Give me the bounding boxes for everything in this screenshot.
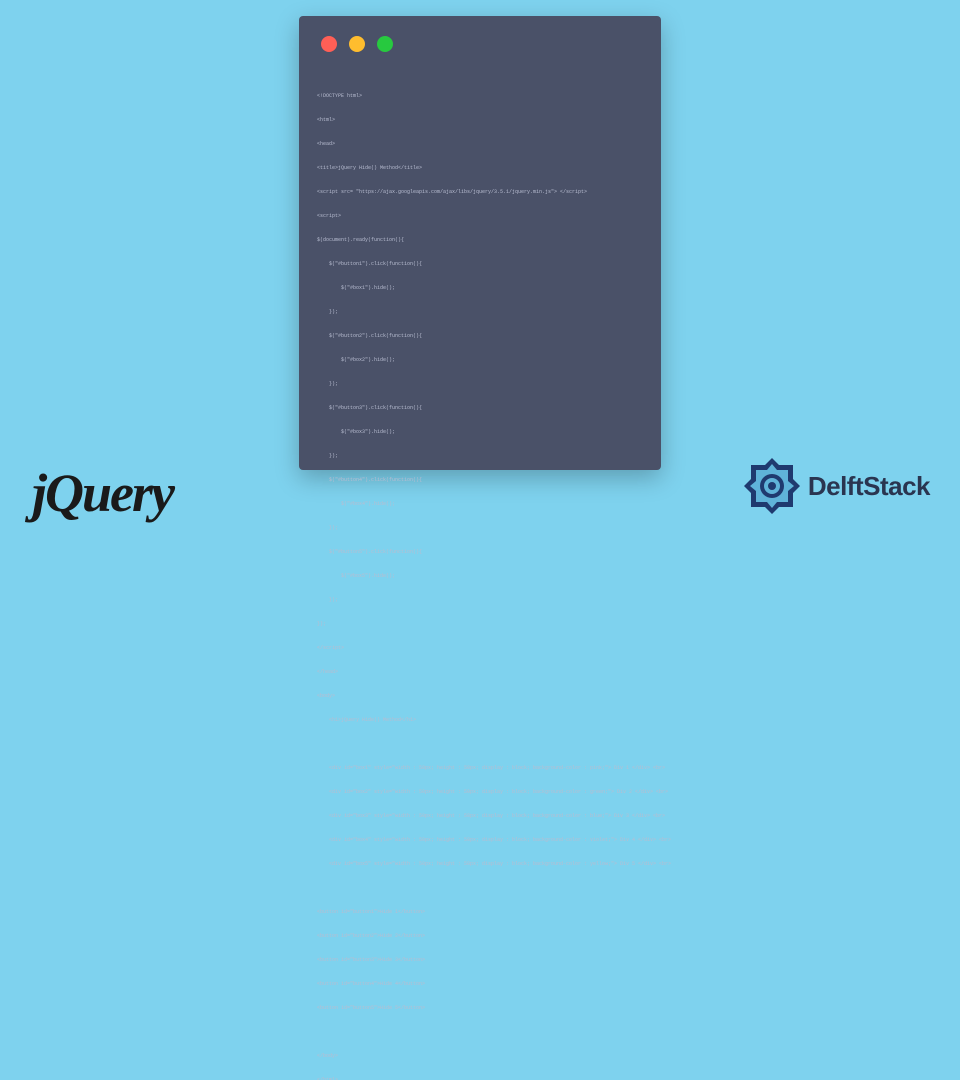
code-window: <!DOCTYPE html> <html> <head> <title>jQu… [299,16,661,470]
maximize-icon [377,36,393,52]
code-line: </script> [317,644,643,652]
code-line: <div id="box2" style="width : 50px; heig… [317,788,643,796]
blank-line [317,1028,643,1036]
code-line: <div id="box1" style="width : 50px; heig… [317,764,643,772]
blank-line [317,740,643,748]
code-line: $("#box1").hide(); [317,284,643,292]
code-line: </head> [317,668,643,676]
blank-line [317,884,643,892]
code-line: $("#box4").hide(); [317,500,643,508]
code-line: <script src= "https://ajax.googleapis.co… [317,188,643,196]
code-line: $("#button2").click(function(){ [317,332,643,340]
delftstack-text: DelftStack [808,471,930,502]
code-line: <div id="box5" style="width : 50px; heig… [317,860,643,868]
code-line: }); [317,380,643,388]
code-line: $("#box3").hide(); [317,428,643,436]
code-line: $("#button4").click(function(){ [317,476,643,484]
code-line: $("#box5").hide(); [317,572,643,580]
delftstack-badge-icon [740,454,804,518]
code-line: <button id="button2">Hide 2</button> [317,932,643,940]
code-line: <h1>jQuery Hide() Method</h1> [317,716,643,724]
code-line: $("#button3").click(function(){ [317,404,643,412]
code-line: <!DOCTYPE html> [317,92,643,100]
jquery-logo: jQuery [32,462,173,524]
close-icon [321,36,337,52]
code-line: }); [317,308,643,316]
code-line: <button id="button3">Hide 3</button> [317,956,643,964]
minimize-icon [349,36,365,52]
code-line: }); [317,452,643,460]
code-body: <!DOCTYPE html> <html> <head> <title>jQu… [299,52,661,1080]
code-line: $("#button1").click(function(){ [317,260,643,268]
code-line: <script> [317,212,643,220]
code-line: <body> [317,692,643,700]
code-line: <title>jQuery Hide() Method</title> [317,164,643,172]
code-line: </html> [317,1076,643,1080]
window-controls [299,16,661,52]
code-line: $("#box2").hide(); [317,356,643,364]
code-line: }); [317,620,643,628]
code-line: $(document).ready(function(){ [317,236,643,244]
code-line: }); [317,524,643,532]
code-line: <button id="button5">Hide 5</button> [317,1004,643,1012]
code-line: <html> [317,116,643,124]
code-line: <head> [317,140,643,148]
code-line: <button id="button1">Hide 1</button> [317,908,643,916]
code-line: <div id="box4" style="width : 50px; heig… [317,836,643,844]
code-line: $("#button5").click(function(){ [317,548,643,556]
delftstack-logo: DelftStack [740,454,930,518]
code-line: <button id="button4">Hide 4</button> [317,980,643,988]
code-line: }); [317,596,643,604]
code-line: </body> [317,1052,643,1060]
code-line: <div id="box3" style="width : 50px; heig… [317,812,643,820]
